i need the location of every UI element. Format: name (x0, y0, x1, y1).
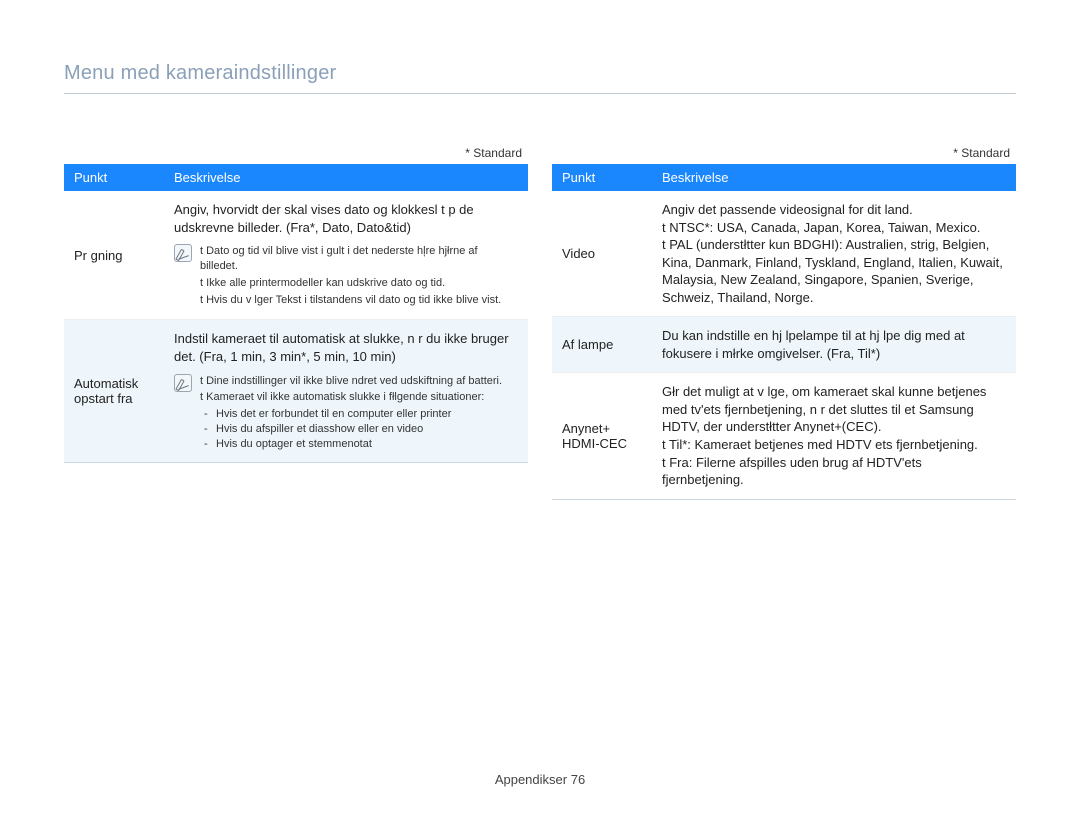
header-beskrivelse: Beskrivelse (652, 164, 1016, 191)
header-punkt: Punkt (552, 164, 652, 191)
row-punkt: Pr gning (64, 191, 164, 320)
header-punkt: Punkt (64, 164, 164, 191)
row-main: Indstil kameraet til automatisk at slukk… (174, 330, 518, 365)
note-subitem: Hvis du afspiller et diasshow eller en v… (200, 422, 502, 437)
standard-note-right: * Standard (552, 146, 1016, 160)
bullet-item: t PAL (understłtter kun BDGHI): Australi… (662, 236, 1006, 306)
row-main: Du kan indstille en hj lpelampe til at h… (662, 327, 1006, 362)
row-desc: Du kan indstille en hj lpelampe til at h… (652, 317, 1016, 373)
page-title: Menu med kameraindstillinger (64, 62, 1016, 94)
note-block: t Dine indstillinger vil ikke blive ndre… (174, 374, 518, 452)
note-item: t Hvis du v lger Tekst i tilstandens vil… (200, 293, 518, 308)
note-item: t Dine indstillinger vil ikke blive ndre… (200, 374, 502, 389)
row-punkt: Anynet+ HDMI-CEC (552, 373, 652, 499)
table-row: Automatisk opstart fra Indstil kameraet … (64, 320, 528, 462)
bullet-item: t NTSC*: USA, Canada, Japan, Korea, Taiw… (662, 219, 1006, 237)
right-column: * Standard Punkt Beskrivelse Video Angiv… (552, 146, 1016, 500)
note-icon (174, 244, 192, 262)
page: Menu med kameraindstillinger * Standard … (0, 0, 1080, 815)
left-column: * Standard Punkt Beskrivelse Pr gning An… (64, 146, 528, 500)
left-table: Punkt Beskrivelse Pr gning Angiv, hvorvi… (64, 164, 528, 463)
note-item: t Ikke alle printermodeller kan udskrive… (200, 276, 518, 291)
row-punkt: Af lampe (552, 317, 652, 373)
note-icon (174, 374, 192, 392)
table-row: Af lampe Du kan indstille en hj lpelampe… (552, 317, 1016, 373)
note-item: t Dato og tid vil blive vist i gult i de… (200, 244, 518, 274)
note-list: t Dine indstillinger vil ikke blive ndre… (200, 374, 502, 452)
table-row: Video Angiv det passende videosignal for… (552, 191, 1016, 317)
note-block: t Dato og tid vil blive vist i gult i de… (174, 244, 518, 309)
row-desc: Angiv, hvorvidt der skal vises dato og k… (164, 191, 528, 320)
note-list: t Dato og tid vil blive vist i gult i de… (200, 244, 518, 309)
footer-page: 76 (571, 772, 585, 787)
row-main: Głr det muligt at v lge, om kameraet ska… (662, 383, 1006, 436)
content-columns: * Standard Punkt Beskrivelse Pr gning An… (64, 146, 1016, 500)
header-beskrivelse: Beskrivelse (164, 164, 528, 191)
row-desc: Indstil kameraet til automatisk at slukk… (164, 320, 528, 462)
standard-note-left: * Standard (64, 146, 528, 160)
table-row: Pr gning Angiv, hvorvidt der skal vises … (64, 191, 528, 320)
bullet-item: t Til*: Kameraet betjenes med HDTV ets f… (662, 436, 1006, 454)
footer-label: Appendikser (495, 772, 567, 787)
bullet-item: t Fra: Filerne afspilles uden brug af HD… (662, 454, 1006, 489)
row-desc: Angiv det passende videosignal for dit l… (652, 191, 1016, 317)
row-punkt: Video (552, 191, 652, 317)
note-item: t Kameraet vil ikke automatisk slukke i … (200, 390, 502, 405)
note-subitem: Hvis det er forbundet til en computer el… (200, 407, 502, 422)
row-desc: Głr det muligt at v lge, om kameraet ska… (652, 373, 1016, 499)
note-subitem: Hvis du optager et stemmenotat (200, 437, 502, 452)
row-main: Angiv det passende videosignal for dit l… (662, 201, 1006, 219)
table-row: Anynet+ HDMI-CEC Głr det muligt at v lge… (552, 373, 1016, 499)
row-main: Angiv, hvorvidt der skal vises dato og k… (174, 201, 518, 236)
page-footer: Appendikser 76 (0, 772, 1080, 787)
right-table: Punkt Beskrivelse Video Angiv det passen… (552, 164, 1016, 500)
row-punkt: Automatisk opstart fra (64, 320, 164, 462)
